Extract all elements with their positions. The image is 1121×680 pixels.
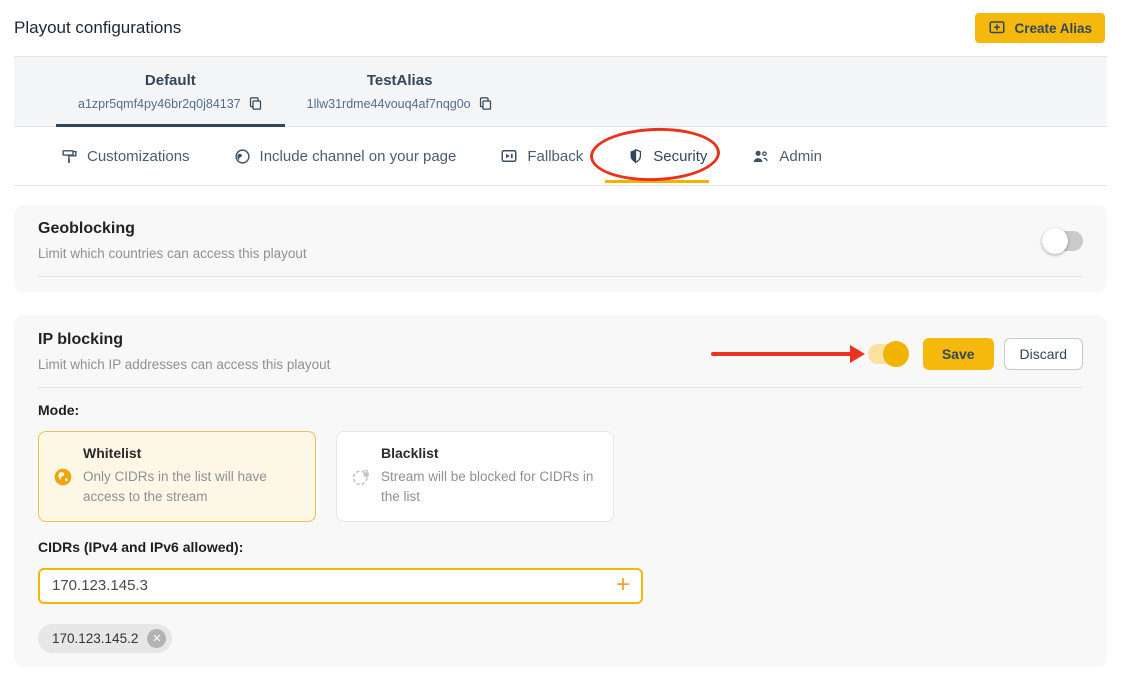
alias-tabs-strip: Default a1zpr5qmf4py46br2q0j84137 TestAl… [14, 56, 1107, 127]
alias-tab-name: Default [145, 72, 196, 89]
close-circle-icon[interactable]: ✕ [147, 629, 166, 648]
video-box-icon [500, 147, 518, 165]
section-divider [38, 276, 1083, 277]
shield-icon [627, 148, 644, 165]
screen-plus-icon [988, 19, 1006, 37]
alias-tab-default[interactable]: Default a1zpr5qmf4py46br2q0j84137 [56, 57, 285, 126]
topbar: Playout configurations Create Alias [0, 0, 1121, 56]
cidr-label: CIDRs (IPv4 and IPv6 allowed): [38, 539, 1083, 555]
mode-card-whitelist[interactable]: Whitelist Only CIDRs in the list will ha… [38, 431, 316, 522]
ip-blocking-toggle[interactable] [868, 344, 906, 364]
mode-description: Stream will be blocked for CIDRs in the … [381, 467, 597, 508]
tab-customizations[interactable]: Customizations [61, 127, 190, 185]
cidr-chip: 170.123.145.2 ✕ [38, 624, 172, 653]
alias-tab-id: a1zpr5qmf4py46br2q0j84137 [78, 97, 241, 111]
mode-label: Mode: [38, 402, 1083, 418]
red-arrow-annotation [711, 344, 865, 364]
copy-icon[interactable] [248, 96, 263, 111]
mode-description: Only CIDRs in the list will have access … [83, 467, 299, 508]
globe-lock-icon [351, 467, 381, 487]
create-alias-button[interactable]: Create Alias [975, 13, 1105, 43]
paint-roller-icon [61, 148, 78, 165]
save-button[interactable]: Save [923, 338, 994, 370]
tab-label: Include channel on your page [260, 148, 457, 165]
geoblocking-title: Geoblocking [38, 220, 307, 238]
users-icon [751, 147, 770, 166]
tab-label: Customizations [87, 148, 190, 165]
globe-icon [234, 148, 251, 165]
geoblocking-subtitle: Limit which countries can access this pl… [38, 246, 307, 261]
alias-tab-name: TestAlias [367, 72, 433, 89]
mode-title: Blacklist [381, 445, 597, 461]
discard-button[interactable]: Discard [1004, 338, 1083, 370]
alias-tab-testalias[interactable]: TestAlias 1llw31rdme44vouq4af7nqg0o [285, 57, 515, 126]
globe-filled-icon [53, 467, 83, 487]
tab-include-channel[interactable]: Include channel on your page [234, 127, 457, 185]
tab-admin[interactable]: Admin [751, 127, 822, 185]
mode-card-blacklist[interactable]: Blacklist Stream will be blocked for CID… [336, 431, 614, 522]
ip-blocking-title: IP blocking [38, 331, 330, 349]
toggle-knob [883, 341, 909, 367]
page-title: Playout configurations [14, 18, 181, 38]
tab-label: Admin [779, 148, 822, 165]
create-alias-label: Create Alias [1014, 21, 1092, 36]
ip-blocking-subtitle: Limit which IP addresses can access this… [38, 357, 330, 372]
cidr-chip-value: 170.123.145.2 [52, 631, 138, 646]
tab-label: Security [653, 148, 707, 165]
toggle-knob [1042, 228, 1068, 254]
ip-blocking-section: IP blocking Limit which IP addresses can… [14, 315, 1107, 667]
geoblocking-toggle[interactable] [1045, 231, 1083, 251]
tab-fallback[interactable]: Fallback [500, 127, 583, 185]
playout-configurations-page: Playout configurations Create Alias Defa… [0, 0, 1121, 680]
alias-tab-id: 1llw31rdme44vouq4af7nqg0o [307, 97, 471, 111]
mode-title: Whitelist [83, 445, 299, 461]
section-divider [38, 387, 1083, 388]
settings-nav: Customizations Include channel on your p… [14, 127, 1107, 186]
geoblocking-section: Geoblocking Limit which countries can ac… [14, 205, 1107, 292]
tab-security[interactable]: Security [627, 127, 707, 185]
tab-label: Fallback [527, 148, 583, 165]
add-cidr-button[interactable]: + [616, 571, 630, 599]
copy-icon[interactable] [478, 96, 493, 111]
cidr-input[interactable] [38, 568, 643, 604]
